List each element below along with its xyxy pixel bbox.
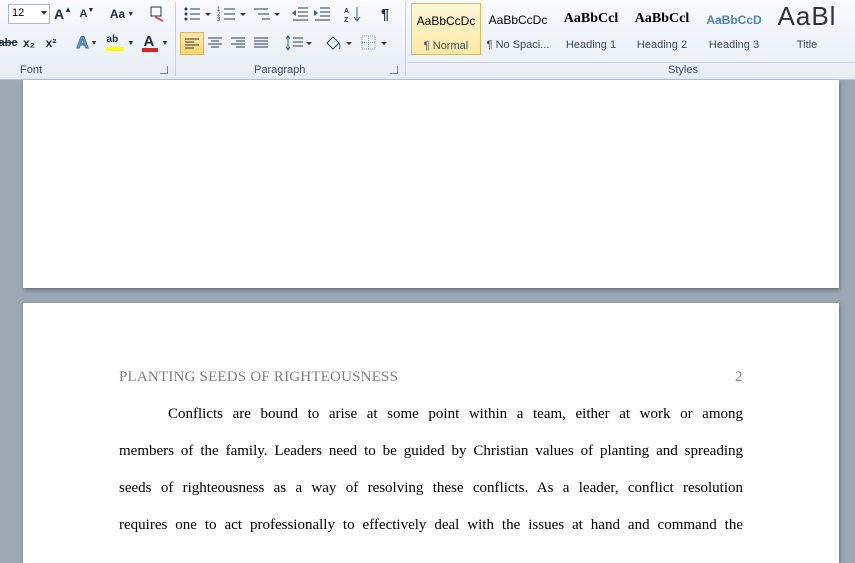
style-title[interactable]: AaBl Title xyxy=(772,1,842,53)
sort-icon: AZ xyxy=(344,7,361,23)
multilevel-list-button[interactable] xyxy=(252,4,282,24)
text-effects-button[interactable]: A ▼ xyxy=(74,33,100,53)
style-heading-1[interactable]: AaBbCcl Heading 1 xyxy=(557,3,625,53)
style-name: Heading 2 xyxy=(636,39,688,51)
style-name: ¶ No Spaci... xyxy=(486,39,550,51)
change-case-button[interactable]: Aa ▼ xyxy=(108,5,136,23)
justify-icon xyxy=(254,37,268,48)
change-case-icon: Aa xyxy=(109,7,126,21)
text-effects-icon: A xyxy=(76,33,89,53)
shading-button[interactable] xyxy=(324,33,354,53)
subscript-icon: x₂ xyxy=(22,36,35,50)
styles-group-label: Styles xyxy=(668,64,698,76)
clear-formatting-icon xyxy=(150,6,164,22)
svg-text:A: A xyxy=(344,8,349,15)
subscript-button[interactable]: x₂ xyxy=(20,34,38,52)
pilcrow-icon: ¶ xyxy=(380,5,390,23)
ribbon: 12 A ▲ A ▼ Aa ▼ abc x₂ x² A ▼ ab ▼ A ▼ Font xyxy=(0,0,855,80)
align-left-button[interactable] xyxy=(180,32,204,55)
line-spacing-icon xyxy=(285,35,312,51)
numbering-button[interactable]: 123 xyxy=(216,4,248,24)
show-formatting-marks-button[interactable]: ¶ xyxy=(375,4,395,24)
decrease-indent-icon xyxy=(292,7,308,21)
font-group-label: Font xyxy=(20,64,43,76)
running-header: PLANTING SEEDS OF RIGHTEOUSNESS xyxy=(119,369,399,385)
borders-icon xyxy=(361,35,387,50)
body-text-line[interactable]: Conflicts are bound to arise at some poi… xyxy=(168,406,743,423)
clear-formatting-button[interactable] xyxy=(148,4,168,24)
superscript-icon: x² xyxy=(45,36,57,50)
strikethrough-button[interactable]: abc xyxy=(0,34,18,52)
style-normal[interactable]: AaBbCcDc ¶ Normal xyxy=(411,3,481,55)
highlight-button[interactable]: ab ▼ xyxy=(104,33,136,53)
shrink-font-icon: A xyxy=(79,8,88,20)
document-page-1[interactable] xyxy=(23,80,839,288)
style-sample: AaBbCcl xyxy=(563,11,619,26)
font-dialog-launcher-icon[interactable] xyxy=(160,66,168,74)
decrease-indent-button[interactable] xyxy=(290,4,310,24)
font-color-button[interactable]: A ▼ xyxy=(140,33,170,53)
style-no-spacing[interactable]: AaBbCcDc ¶ No Spaci... xyxy=(484,3,552,53)
style-sample: AaBl xyxy=(777,1,837,31)
style-name: Heading 1 xyxy=(565,39,617,51)
bullets-icon xyxy=(184,7,211,21)
increase-indent-button[interactable] xyxy=(312,4,332,24)
page-number: 2 xyxy=(735,369,743,385)
borders-button[interactable] xyxy=(360,33,390,53)
chevron-down-icon xyxy=(41,11,47,15)
group-separator xyxy=(405,2,406,76)
style-sample: AaBbCcDc xyxy=(488,13,548,27)
grow-font-button[interactable]: A ▲ xyxy=(54,5,72,23)
shrink-font-button[interactable]: A ▼ xyxy=(78,5,96,23)
superscript-button[interactable]: x² xyxy=(42,34,60,52)
paragraph-dialog-launcher-icon[interactable] xyxy=(390,66,398,74)
line-spacing-button[interactable] xyxy=(285,33,313,53)
shading-icon xyxy=(326,36,352,50)
svg-text:Z: Z xyxy=(344,17,349,23)
align-right-icon xyxy=(231,37,245,48)
style-heading-2[interactable]: AaBbCcl Heading 2 xyxy=(628,3,696,53)
multilevel-list-icon xyxy=(254,8,280,20)
align-left-icon xyxy=(185,38,199,48)
paragraph-group-label: Paragraph xyxy=(254,64,306,76)
group-separator xyxy=(175,2,176,76)
strikethrough-icon: abc xyxy=(0,37,18,49)
numbering-icon: 123 xyxy=(217,7,246,23)
style-name: Title xyxy=(796,39,818,51)
body-text-line[interactable]: seeds of righteousness as a way of resol… xyxy=(119,480,743,497)
style-sample: AaBbCcl xyxy=(634,11,690,26)
style-heading-3[interactable]: AaBbCcD Heading 3 xyxy=(700,3,768,53)
highlight-letters: ab xyxy=(106,34,119,45)
style-name: Heading 3 xyxy=(708,39,760,51)
style-sample: AaBbCcDc xyxy=(416,14,476,28)
sort-button[interactable]: AZ xyxy=(342,4,364,24)
font-size-box[interactable]: 12 xyxy=(8,4,50,24)
grow-font-icon: A xyxy=(53,6,65,22)
svg-text:3: 3 xyxy=(217,17,221,23)
bullets-button[interactable] xyxy=(182,4,212,24)
font-color-icon: A xyxy=(141,33,158,52)
justify-button[interactable] xyxy=(251,33,271,53)
style-sample: AaBbCcD xyxy=(706,13,762,27)
font-size-value: 12 xyxy=(12,7,25,19)
body-text-line[interactable]: requires one to act professionally to ef… xyxy=(119,517,743,534)
body-text-line[interactable]: members of the family. Leaders need to b… xyxy=(119,443,743,460)
align-center-icon xyxy=(208,37,222,48)
style-name: ¶ Normal xyxy=(423,40,469,52)
styles-divider xyxy=(408,62,855,63)
document-page-2[interactable]: PLANTING SEEDS OF RIGHTEOUSNESS 2 Confli… xyxy=(23,303,839,563)
align-center-button[interactable] xyxy=(205,33,225,53)
align-right-button[interactable] xyxy=(228,33,248,53)
increase-indent-icon xyxy=(314,7,330,21)
highlight-icon: ab xyxy=(105,34,124,52)
